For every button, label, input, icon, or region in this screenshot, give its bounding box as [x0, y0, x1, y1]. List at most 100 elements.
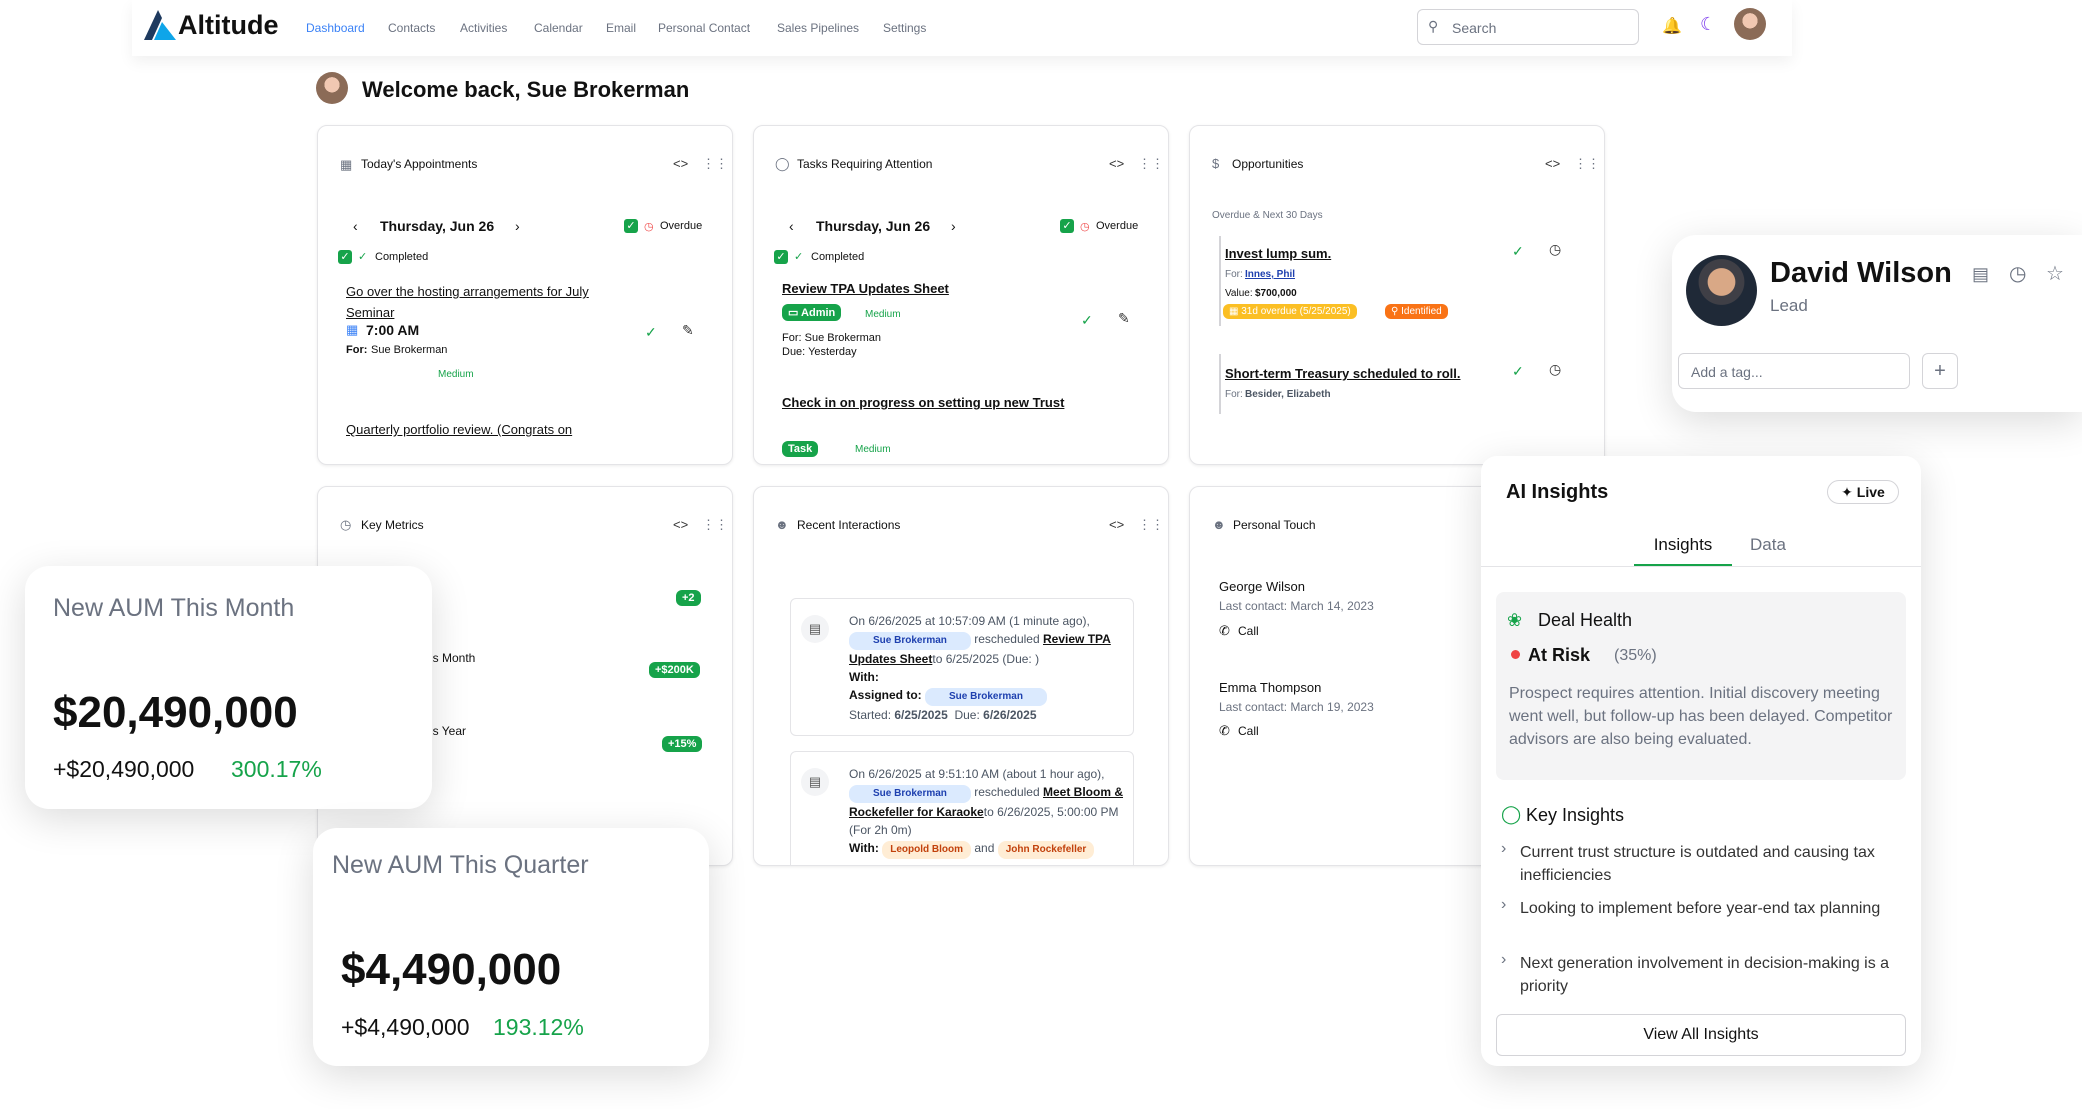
- completed-checkbox[interactable]: ✓: [774, 250, 788, 264]
- user-badge[interactable]: Sue Brokerman: [849, 785, 971, 803]
- aum-quarter-value: $4,490,000: [341, 945, 562, 994]
- search-box[interactable]: ⚲ Search: [1417, 9, 1639, 45]
- nav-item-dashboard[interactable]: Dashboard: [306, 21, 365, 35]
- welcome-heading: Welcome back, Sue Brokerman: [362, 77, 690, 102]
- ai-insights-title: AI Insights: [1506, 481, 1609, 503]
- birthday-cake-icon[interactable]: ▤: [1972, 264, 1989, 285]
- appointments-date: Thursday, Jun 26: [380, 218, 495, 234]
- live-badge: ✦ Live: [1827, 480, 1899, 504]
- clock-icon[interactable]: ◷: [2009, 261, 2026, 286]
- drag-handle-icon[interactable]: ⋮⋮: [1138, 157, 1164, 171]
- opportunity-for[interactable]: Besider, Elizabeth: [1245, 389, 1331, 400]
- opportunity-title[interactable]: Invest lump sum.: [1225, 246, 1331, 261]
- nav-item-activities[interactable]: Activities: [460, 21, 507, 35]
- chevron-right-icon: ›: [1501, 840, 1507, 857]
- drag-handle-icon[interactable]: ⋮⋮: [1574, 157, 1600, 171]
- nav-item-email[interactable]: Email: [606, 21, 636, 35]
- appointment-calendar-icon: ▦: [346, 322, 359, 337]
- tab-data[interactable]: Data: [1732, 530, 1804, 566]
- phone-icon: ✆: [1219, 723, 1230, 738]
- drag-handle-icon[interactable]: ⋮⋮: [702, 157, 728, 171]
- opportunity-for[interactable]: Innes, Phil: [1245, 269, 1295, 280]
- mark-complete-icon[interactable]: ✓: [1512, 243, 1524, 260]
- add-tag-button[interactable]: +: [1922, 353, 1958, 389]
- call-link[interactable]: Call: [1238, 724, 1259, 738]
- risk-label: At Risk: [1528, 645, 1591, 665]
- nav-item-calendar[interactable]: Calendar: [534, 21, 583, 35]
- appointment-title[interactable]: Quarterly portfolio review. (Congrats on: [346, 422, 572, 437]
- interaction-item[interactable]: ▤ On 6/26/2025 at 9:51:10 AM (about 1 ho…: [790, 751, 1134, 865]
- personal-last-contact: Last contact: March 19, 2023: [1219, 700, 1374, 714]
- call-link[interactable]: Call: [1238, 624, 1259, 638]
- aum-month-delta: +$20,490,000: [53, 756, 195, 782]
- prev-day-chevron-icon[interactable]: ‹: [353, 218, 358, 234]
- star-icon[interactable]: ☆: [2046, 261, 2064, 286]
- personal-contact-name[interactable]: George Wilson: [1219, 579, 1305, 594]
- person-badge[interactable]: John Rockefeller: [997, 841, 1095, 859]
- next-day-chevron-icon[interactable]: ›: [951, 218, 956, 234]
- key-insight-item: Next generation involvement in decision-…: [1520, 955, 1890, 995]
- overdue-checkbox[interactable]: ✓: [624, 219, 638, 233]
- drag-handle-icon[interactable]: ⋮⋮: [702, 518, 728, 532]
- nav-item-personal-contact[interactable]: Personal Contact: [658, 21, 750, 35]
- interaction-with: With:: [849, 670, 879, 684]
- interaction-item[interactable]: ▤ On 6/26/2025 at 10:57:09 AM (1 minute …: [790, 598, 1134, 736]
- contact-card: David Wilson Lead ▤ ◷ ☆ Add a tag... +: [1672, 235, 2082, 412]
- person-badge[interactable]: Leopold Bloom: [882, 841, 972, 859]
- moon-icon[interactable]: ☾: [1700, 14, 1716, 35]
- appointment-time: 7:00 AM: [366, 322, 420, 338]
- view-all-insights-button[interactable]: View All Insights: [1496, 1014, 1906, 1056]
- opportunity-value-label: Value:: [1225, 288, 1253, 299]
- personal-contact-name[interactable]: Emma Thompson: [1219, 680, 1321, 695]
- user-avatar[interactable]: [1734, 8, 1766, 40]
- history-clock-icon[interactable]: ◷: [1549, 361, 1561, 378]
- embed-code-icon[interactable]: <>: [1109, 157, 1124, 171]
- mark-complete-icon[interactable]: ✓: [1512, 363, 1524, 380]
- task-title[interactable]: Check in on progress on setting up new T…: [782, 392, 1072, 413]
- brand-name: Altitude: [178, 10, 279, 40]
- completed-checkbox[interactable]: ✓: [338, 250, 352, 264]
- opportunity-title[interactable]: Short-term Treasury scheduled to roll.: [1225, 366, 1461, 381]
- prev-day-chevron-icon[interactable]: ‹: [789, 218, 794, 234]
- search-icon: ⚲: [1428, 18, 1439, 34]
- embed-code-icon[interactable]: <>: [1109, 518, 1124, 532]
- opportunities-subtitle: Overdue & Next 30 Days: [1212, 210, 1323, 221]
- opportunity-value: $700,000: [1255, 288, 1297, 299]
- brand-logo[interactable]: Altitude: [142, 8, 292, 42]
- interaction-assigned: Assigned to: Sue Brokerman: [849, 686, 1129, 706]
- sparkle-icon: ✦: [1841, 484, 1857, 500]
- tab-insights[interactable]: Insights: [1634, 530, 1732, 566]
- user-badge[interactable]: Sue Brokerman: [925, 688, 1047, 706]
- nav-item-contacts[interactable]: Contacts: [388, 21, 435, 35]
- tasks-card: ◯ Tasks Requiring Attention <> ⋮⋮ ‹ Thur…: [753, 125, 1169, 465]
- embed-code-icon[interactable]: <>: [673, 157, 688, 171]
- edit-pencil-icon[interactable]: ✎: [1118, 310, 1130, 327]
- overdue-checkbox[interactable]: ✓: [1060, 219, 1074, 233]
- task-title[interactable]: Review TPA Updates Sheet: [782, 281, 949, 296]
- nav-item-settings[interactable]: Settings: [883, 21, 926, 35]
- appointment-title[interactable]: Go over the hosting arrangements for Jul…: [346, 281, 636, 323]
- clock-icon: ◷: [340, 517, 352, 532]
- brain-icon: ❀: [1507, 610, 1523, 630]
- embed-code-icon[interactable]: <>: [673, 518, 688, 532]
- mark-complete-icon[interactable]: ✓: [645, 324, 657, 341]
- drag-handle-icon[interactable]: ⋮⋮: [1138, 518, 1164, 532]
- mark-complete-icon[interactable]: ✓: [1081, 312, 1093, 329]
- user-badge[interactable]: Sue Brokerman: [849, 632, 971, 650]
- history-clock-icon[interactable]: ◷: [1549, 241, 1561, 258]
- interaction-target: to 6/25/2025 (Due: ): [932, 652, 1040, 666]
- aum-quarter-label: New AUM This Quarter: [332, 851, 589, 879]
- embed-code-icon[interactable]: <>: [1545, 157, 1560, 171]
- appointments-card: ▦ Today's Appointments <> ⋮⋮ ‹ Thursday,…: [317, 125, 733, 465]
- appointment-priority: Medium: [438, 369, 474, 380]
- nav-item-sales-pipelines[interactable]: Sales Pipelines: [777, 21, 859, 35]
- due-value: 6/26/2025: [983, 708, 1037, 722]
- interaction-line: On 6/26/2025 at 10:57:09 AM (1 minute ag…: [849, 614, 1090, 628]
- started-value: 6/25/2025: [894, 708, 948, 722]
- edit-pencil-icon[interactable]: ✎: [682, 322, 694, 339]
- tag-input[interactable]: Add a tag...: [1678, 353, 1910, 389]
- overdue-label: Overdue: [660, 220, 703, 232]
- next-day-chevron-icon[interactable]: ›: [515, 218, 520, 234]
- bell-icon[interactable]: 🔔: [1662, 16, 1682, 36]
- task-tag-badge: ▭ Admin: [782, 304, 842, 321]
